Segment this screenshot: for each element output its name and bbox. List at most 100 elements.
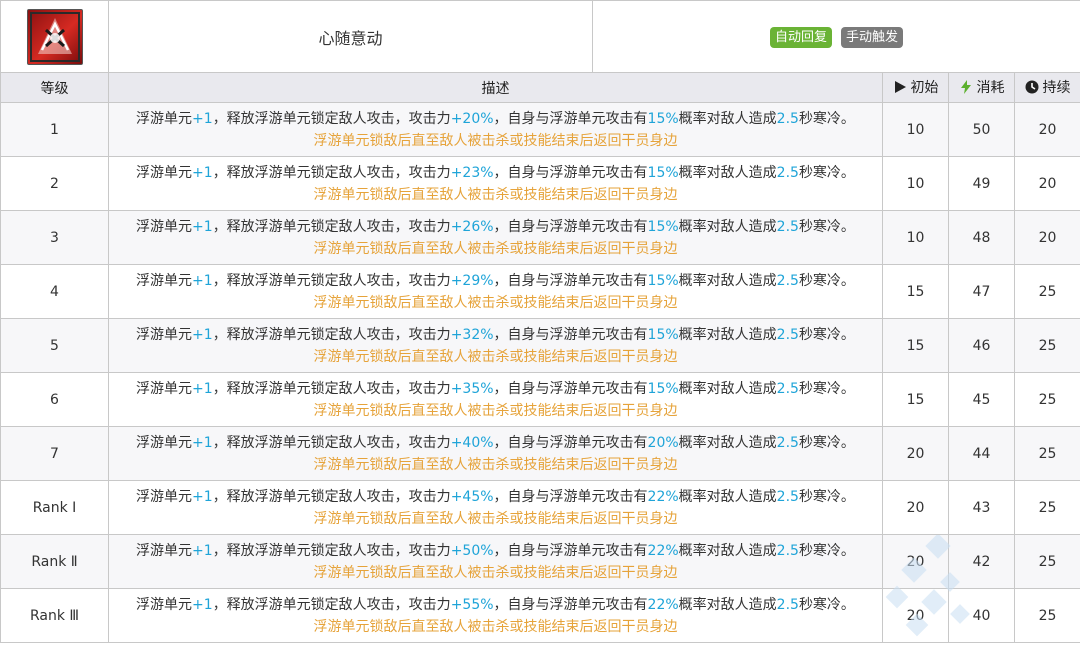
description-note: 浮游单元锁敌后直至敌人被击杀或技能结束后返回干员身边 [313, 510, 678, 527]
description-text: 秒寒冷。 [798, 326, 855, 343]
description-text: 概率对敌人造成 [678, 596, 777, 613]
highlight-value: 2.5 [776, 110, 799, 127]
skill-info-row: 心随意动 自动回复 手动触发 [0, 0, 1080, 73]
description-note: 浮游单元锁敌后直至敌人被击杀或技能结束后返回干员身边 [313, 402, 678, 419]
description-text: 概率对敌人造成 [678, 272, 777, 289]
description-line: 浮游单元+1，释放浮游单元锁定敌人攻击，攻击力+40%，自身与浮游单元攻击有20… [136, 435, 855, 451]
cost-cell: 47 [948, 264, 1015, 319]
initial-cell: 20 [882, 588, 949, 643]
description-text: ，自身与浮游单元攻击有 [493, 164, 648, 181]
header-cost-label: 消耗 [976, 80, 1005, 96]
highlight-value: 15% [647, 218, 679, 235]
highlight-value: 2.5 [776, 488, 799, 505]
description-note: 浮游单元锁敌后直至敌人被击杀或技能结束后返回干员身边 [313, 564, 678, 581]
description-line: 浮游单元+1，释放浮游单元锁定敌人攻击，攻击力+50%，自身与浮游单元攻击有22… [136, 543, 855, 559]
table-row: Rank Ⅰ 浮游单元+1，释放浮游单元锁定敌人攻击，攻击力+45%，自身与浮游单… [0, 480, 1080, 535]
skill-name: 心随意动 [108, 0, 593, 73]
clock-icon [1025, 80, 1038, 94]
table-header-row: 等级 描述 初始 消耗 持续 [0, 72, 1080, 103]
duration-cell: 25 [1014, 588, 1080, 643]
description-text: 概率对敌人造成 [678, 488, 777, 505]
description-cell: 浮游单元+1，释放浮游单元锁定敌人攻击，攻击力+50%，自身与浮游单元攻击有22… [108, 534, 883, 589]
description-text: 秒寒冷。 [798, 542, 855, 559]
description-cell: 浮游单元+1，释放浮游单元锁定敌人攻击，攻击力+40%，自身与浮游单元攻击有20… [108, 426, 883, 481]
level-cell: 4 [0, 264, 109, 319]
highlight-value: 15% [647, 110, 679, 127]
highlight-value: +55% [450, 596, 494, 613]
description-text: 浮游单元 [136, 380, 193, 397]
cost-cell: 42 [948, 534, 1015, 589]
description-cell: 浮游单元+1，释放浮游单元锁定敌人攻击，攻击力+20%，自身与浮游单元攻击有15… [108, 102, 883, 157]
description-text: ，自身与浮游单元攻击有 [493, 218, 648, 235]
header-initial-label: 初始 [910, 80, 939, 96]
cost-cell: 46 [948, 318, 1015, 373]
description-text: ，释放浮游单元锁定敌人攻击，攻击力 [212, 434, 451, 451]
initial-cell: 15 [882, 372, 949, 427]
duration-cell: 25 [1014, 318, 1080, 373]
highlight-value: +50% [450, 542, 494, 559]
highlight-value: +26% [450, 218, 494, 235]
play-icon [894, 81, 906, 93]
highlight-value: +1 [192, 596, 213, 613]
description-line: 浮游单元+1，释放浮游单元锁定敌人攻击，攻击力+45%，自身与浮游单元攻击有22… [136, 489, 855, 505]
description-text: ，自身与浮游单元攻击有 [493, 434, 648, 451]
description-text: 概率对敌人造成 [678, 110, 777, 127]
description-text: ，释放浮游单元锁定敌人攻击，攻击力 [212, 164, 451, 181]
description-cell: 浮游单元+1，释放浮游单元锁定敌人攻击，攻击力+45%，自身与浮游单元攻击有22… [108, 480, 883, 535]
lightning-icon [960, 80, 971, 94]
duration-cell: 25 [1014, 534, 1080, 589]
header-cost: 消耗 [948, 72, 1015, 103]
level-cell: 7 [0, 426, 109, 481]
level-cell: Rank Ⅱ [0, 534, 109, 589]
cost-cell: 48 [948, 210, 1015, 265]
description-text: 秒寒冷。 [798, 218, 855, 235]
table-row: 3 浮游单元+1，释放浮游单元锁定敌人攻击，攻击力+26%，自身与浮游单元攻击有1… [0, 210, 1080, 265]
description-text: 浮游单元 [136, 164, 193, 181]
table-row: 1 浮游单元+1，释放浮游单元锁定敌人攻击，攻击力+20%，自身与浮游单元攻击有1… [0, 102, 1080, 157]
header-initial: 初始 [882, 72, 949, 103]
description-text: 浮游单元 [136, 434, 193, 451]
description-note: 浮游单元锁敌后直至敌人被击杀或技能结束后返回干员身边 [313, 456, 678, 473]
header-duration-label: 持续 [1042, 80, 1071, 96]
highlight-value: +45% [450, 488, 494, 505]
description-text: 概率对敌人造成 [678, 326, 777, 343]
description-text: ，释放浮游单元锁定敌人攻击，攻击力 [212, 110, 451, 127]
description-text: ，释放浮游单元锁定敌人攻击，攻击力 [212, 488, 451, 505]
highlight-value: 15% [647, 272, 679, 289]
highlight-value: 2.5 [776, 596, 799, 613]
description-text: 浮游单元 [136, 110, 193, 127]
description-text: 秒寒冷。 [798, 434, 855, 451]
highlight-value: +23% [450, 164, 494, 181]
highlight-value: 15% [647, 380, 679, 397]
description-text: ，释放浮游单元锁定敌人攻击，攻击力 [212, 218, 451, 235]
highlight-value: 22% [647, 488, 679, 505]
table-row: Rank Ⅲ 浮游单元+1，释放浮游单元锁定敌人攻击，攻击力+55%，自身与浮游单… [0, 588, 1080, 643]
highlight-value: +1 [192, 434, 213, 451]
description-note: 浮游单元锁敌后直至敌人被击杀或技能结束后返回干员身边 [313, 618, 678, 635]
duration-cell: 25 [1014, 264, 1080, 319]
highlight-value: +1 [192, 542, 213, 559]
highlight-value: 15% [647, 164, 679, 181]
description-text: 概率对敌人造成 [678, 542, 777, 559]
description-text: 秒寒冷。 [798, 272, 855, 289]
description-cell: 浮游单元+1，释放浮游单元锁定敌人攻击，攻击力+29%，自身与浮游单元攻击有15… [108, 264, 883, 319]
initial-cell: 10 [882, 156, 949, 211]
description-note: 浮游单元锁敌后直至敌人被击杀或技能结束后返回干员身边 [313, 132, 678, 149]
description-line: 浮游单元+1，释放浮游单元锁定敌人攻击，攻击力+20%，自身与浮游单元攻击有15… [136, 111, 855, 127]
header-level: 等级 [0, 72, 109, 103]
description-text: ，自身与浮游单元攻击有 [493, 488, 648, 505]
cost-cell: 44 [948, 426, 1015, 481]
highlight-value: +1 [192, 110, 213, 127]
description-line: 浮游单元+1，释放浮游单元锁定敌人攻击，攻击力+29%，自身与浮游单元攻击有15… [136, 273, 855, 289]
initial-cell: 20 [882, 534, 949, 589]
description-text: 浮游单元 [136, 326, 193, 343]
table-row: 5 浮游单元+1，释放浮游单元锁定敌人攻击，攻击力+32%，自身与浮游单元攻击有1… [0, 318, 1080, 373]
description-text: ，自身与浮游单元攻击有 [493, 326, 648, 343]
header-duration: 持续 [1014, 72, 1080, 103]
description-text: ，释放浮游单元锁定敌人攻击，攻击力 [212, 272, 451, 289]
table-row: 4 浮游单元+1，释放浮游单元锁定敌人攻击，攻击力+29%，自身与浮游单元攻击有1… [0, 264, 1080, 319]
description-text: 秒寒冷。 [798, 596, 855, 613]
description-text: 浮游单元 [136, 218, 193, 235]
highlight-value: 2.5 [776, 434, 799, 451]
initial-cell: 20 [882, 480, 949, 535]
